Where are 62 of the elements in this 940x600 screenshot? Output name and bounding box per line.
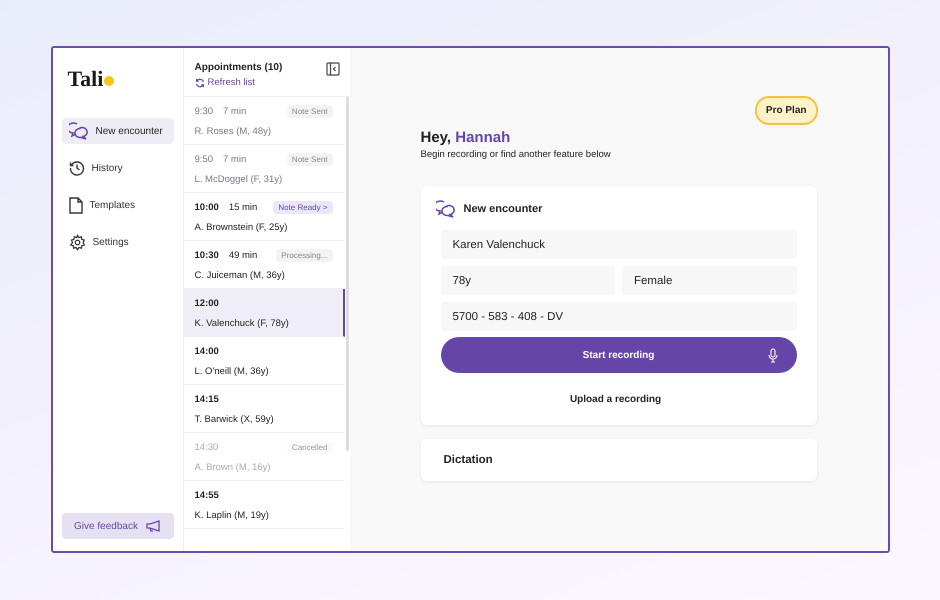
appointment-duration: 7 min <box>223 106 248 116</box>
chat-bubbles-icon <box>68 122 88 140</box>
appointment-time: 10:00 <box>194 202 219 212</box>
give-feedback-button[interactable]: Give feedback <box>62 513 174 539</box>
appointment-time: 14:55 <box>194 490 219 500</box>
sidebar-item[interactable]: History <box>62 155 174 181</box>
appointment-row[interactable]: 10:00 15 min Note Ready > A. Brownstein (F, 25y) <box>184 193 344 241</box>
megaphone-icon <box>146 520 161 532</box>
document-icon <box>68 196 82 214</box>
patient-name: R. Roses (M, 48y) <box>194 126 272 137</box>
status-badge[interactable]: Note Ready > <box>273 200 332 214</box>
appointment-duration: 15 min <box>228 202 258 212</box>
patient-name: K. Valenchuck (F, 78y) <box>194 318 290 329</box>
status-badge: Processing... <box>276 248 332 262</box>
appointment-time: 9:30 <box>194 106 213 116</box>
collapse-panel-icon[interactable] <box>326 62 340 76</box>
appointment-time: 14:15 <box>194 394 219 404</box>
patient-name: A. Brownstein (F, 25y) <box>194 222 288 233</box>
upload-recording-link[interactable]: Upload a recording <box>570 394 662 405</box>
dictation-card[interactable]: Dictation <box>420 439 816 481</box>
refresh-icon <box>194 78 204 88</box>
sex-field[interactable]: Female <box>622 266 796 295</box>
appointment-row[interactable]: 9:50 7 min Note Sent L. McDoggel (F, 31y) <box>184 145 344 193</box>
status-badge: Note Sent <box>286 152 332 166</box>
patient-name: A. Brown (M, 16y) <box>194 462 272 473</box>
appointment-row[interactable]: 9:30 7 min Note Sent R. Roses (M, 48y) <box>184 97 344 145</box>
patient-name: K. Laplin (M, 19y) <box>194 510 270 521</box>
appointment-time: 10:30 <box>194 250 219 260</box>
microphone-icon <box>768 348 778 362</box>
logo-text: Tali <box>68 66 104 92</box>
appointments-title: Appointments (10) <box>194 62 282 73</box>
appointment-duration: 7 min <box>223 154 248 164</box>
patient-name-field[interactable]: Karen Valenchuck <box>440 230 796 259</box>
age-field[interactable]: 78y <box>440 266 615 295</box>
greeting-heading: Hey, Hannah <box>420 129 512 146</box>
patient-name: L. McDoggel (F, 31y) <box>194 174 284 185</box>
appointment-duration: 49 min <box>228 250 258 260</box>
chat-bubbles-icon <box>436 200 456 218</box>
status-badge: Cancelled <box>286 440 332 454</box>
appointment-time: 9:50 <box>194 154 213 164</box>
appointment-row[interactable]: 14:15 T. Barwick (X, 59y) <box>184 385 344 433</box>
appointment-time: 14:00 <box>194 346 219 356</box>
greeting-subtitle: Begin recording or find another feature below <box>420 149 612 160</box>
card-title: New encounter <box>464 203 542 215</box>
pro-plan-badge[interactable]: Pro Plan <box>754 96 818 125</box>
patient-name: C. Juiceman (M, 36y) <box>194 270 286 281</box>
appointment-row[interactable]: 12:00 K. Valenchuck (F, 78y) <box>184 289 344 337</box>
patient-name: L. O'neill (M, 36y) <box>194 366 270 377</box>
sidebar-item[interactable]: Settings <box>62 229 174 255</box>
patient-name: T. Barwick (X, 59y) <box>194 414 275 425</box>
appointment-time: 14:30 <box>194 442 218 452</box>
start-recording-button[interactable]: Start recording <box>440 337 796 373</box>
refresh-link[interactable]: Refresh list <box>194 77 282 88</box>
history-icon <box>68 160 84 176</box>
appointment-row[interactable]: 14:00 L. O'neill (M, 36y) <box>184 337 344 385</box>
appointment-time: 12:00 <box>194 298 219 308</box>
status-badge: Note Sent <box>286 104 332 118</box>
nhs-number-field[interactable]: 5700 - 583 - 408 - DV <box>440 302 796 331</box>
appointment-row[interactable]: 14:55 K. Laplin (M, 19y) <box>184 481 344 529</box>
sidebar-item[interactable]: Templates <box>62 192 174 218</box>
settings-icon <box>68 234 86 250</box>
sidebar-item[interactable]: New encounter <box>62 118 174 144</box>
